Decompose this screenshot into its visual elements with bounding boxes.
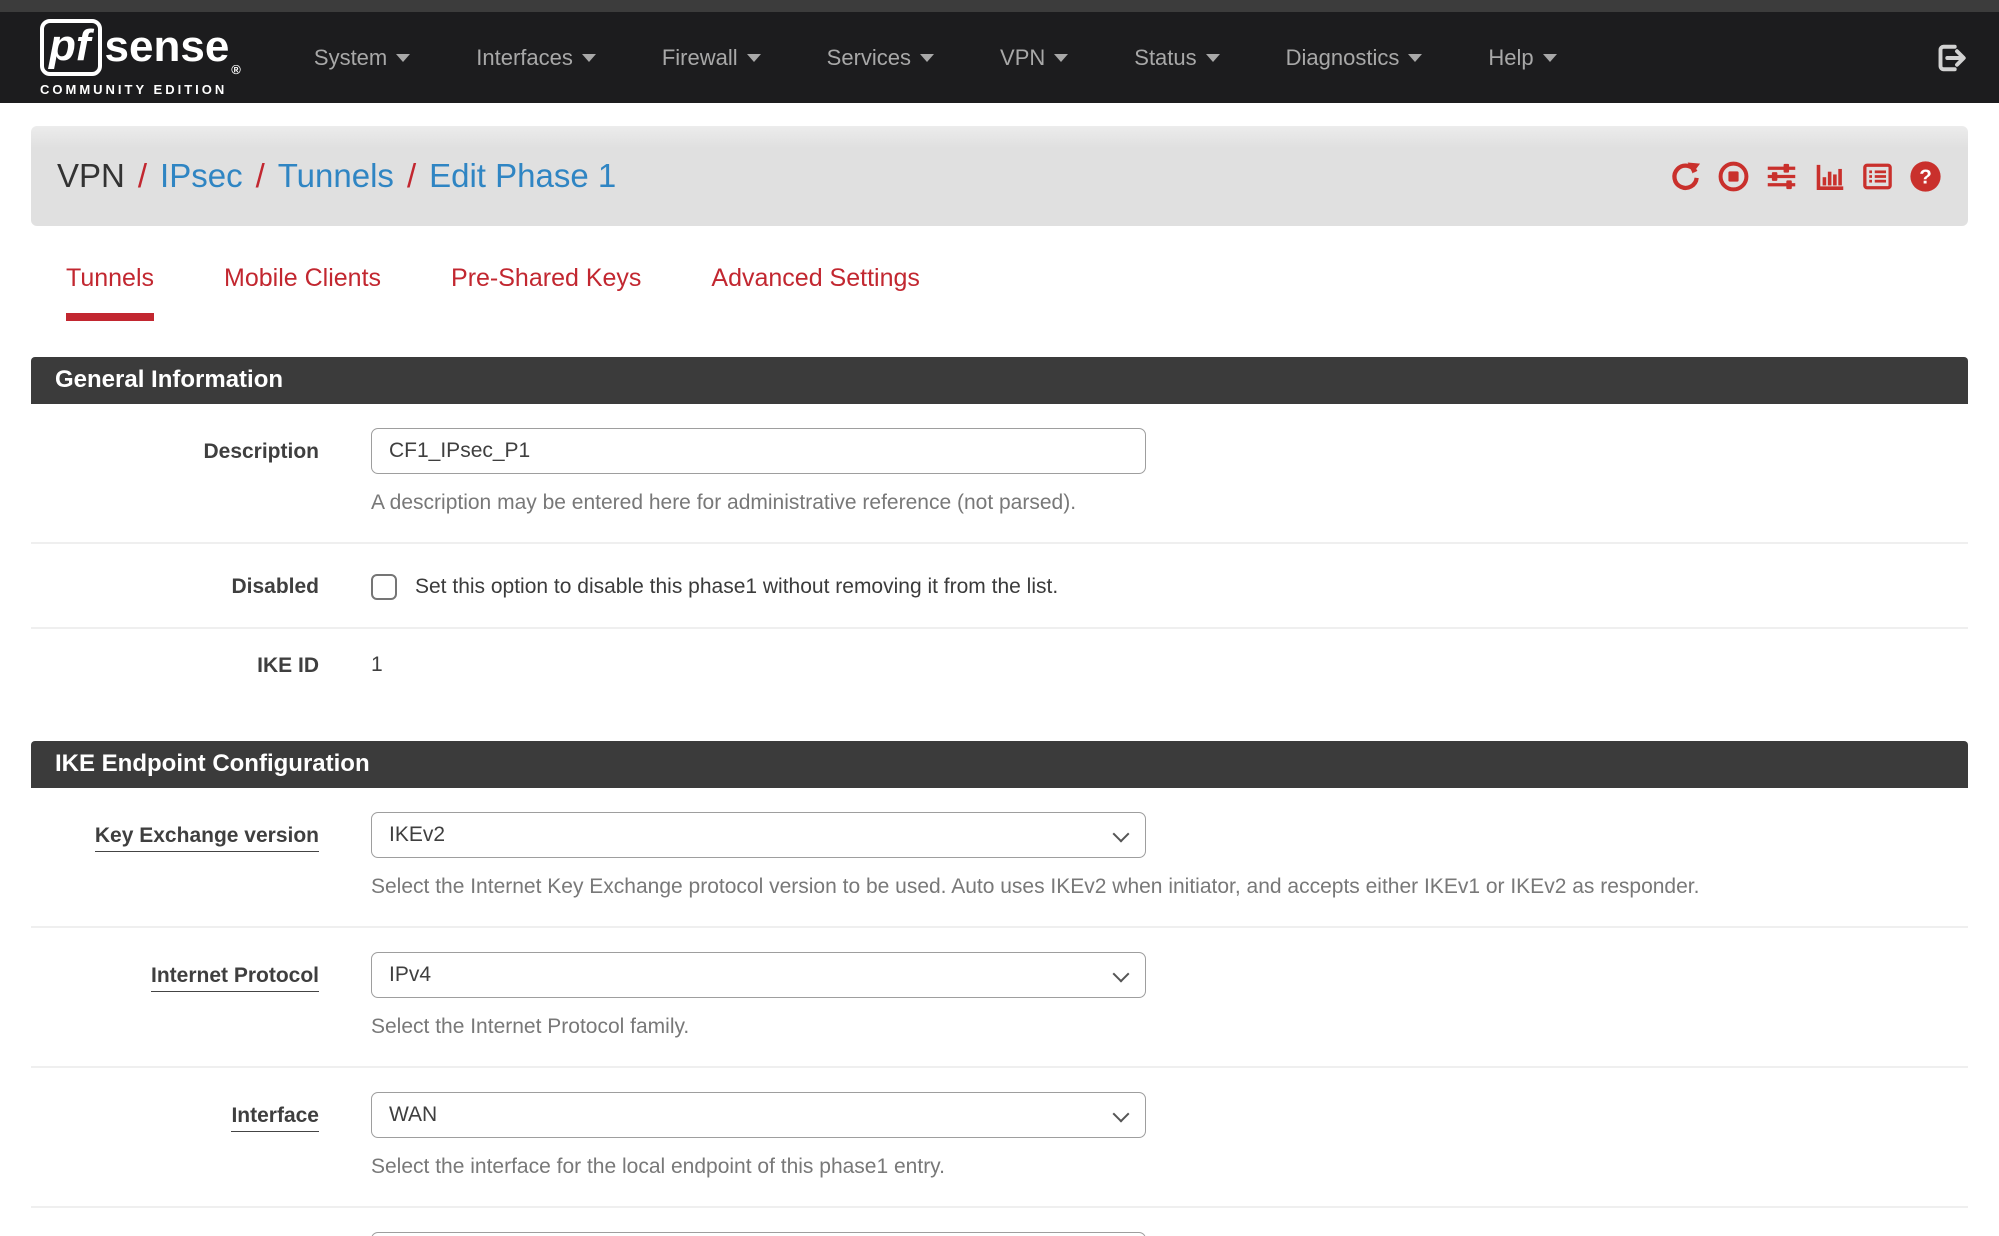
section-title: General Information [31, 357, 1968, 404]
internet-protocol-select[interactable]: IPv4 [371, 952, 1146, 998]
menu-interfaces[interactable]: Interfaces [443, 45, 629, 71]
sliders-icon[interactable] [1765, 160, 1798, 193]
tab-mobile-clients[interactable]: Mobile Clients [189, 264, 416, 321]
top-strip [0, 0, 1999, 12]
description-help: A description may be entered here for ad… [371, 491, 1968, 515]
chevron-down-icon [582, 54, 596, 62]
chevron-down-icon [1113, 966, 1130, 983]
status-log-icon[interactable] [1861, 160, 1894, 193]
internet-protocol-help: Select the Internet Protocol family. [371, 1015, 1968, 1039]
top-navbar: pfsense® COMMUNITY EDITION System Interf… [0, 12, 1999, 103]
chevron-down-icon [1054, 54, 1068, 62]
help-icon[interactable]: ? [1909, 160, 1942, 193]
main-menu: System Interfaces Firewall Services VPN … [281, 45, 1590, 71]
internet-protocol-label: Internet Protocol [151, 964, 319, 992]
row-disabled: Disabled Set this option to disable this… [31, 542, 1968, 627]
panel-general-information: General Information Description A descri… [31, 357, 1968, 705]
description-label: Description [31, 428, 319, 464]
menu-system[interactable]: System [281, 45, 443, 71]
remote-gateway-input[interactable] [371, 1232, 1146, 1236]
row-description: Description A description may be entered… [31, 404, 1968, 542]
breadcrumb-ipsec-link[interactable]: IPsec [160, 157, 243, 195]
key-exchange-version-select[interactable]: IKEv2 [371, 812, 1146, 858]
menu-services[interactable]: Services [794, 45, 967, 71]
row-internet-protocol: Internet Protocol IPv4 Select the Intern… [31, 926, 1968, 1066]
breadcrumb: VPN / IPsec / Tunnels / Edit Phase 1 [57, 157, 616, 195]
chevron-down-icon [1543, 54, 1557, 62]
interface-select[interactable]: WAN [371, 1092, 1146, 1138]
panel-ike-endpoint-configuration: IKE Endpoint Configuration Key Exchange … [31, 741, 1968, 1236]
chevron-down-icon [747, 54, 761, 62]
key-exchange-version-help: Select the Internet Key Exchange protoco… [371, 875, 1968, 899]
page-tabs: Tunnels Mobile Clients Pre-Shared Keys A… [31, 264, 1968, 321]
menu-firewall[interactable]: Firewall [629, 45, 794, 71]
refresh-icon[interactable] [1669, 160, 1702, 193]
registered-mark: ® [231, 63, 241, 76]
description-input[interactable] [371, 428, 1146, 474]
ike-id-label: IKE ID [31, 653, 319, 678]
breadcrumb-tunnels-link[interactable]: Tunnels [278, 157, 394, 195]
chevron-down-icon [920, 54, 934, 62]
menu-diagnostics[interactable]: Diagnostics [1253, 45, 1456, 71]
ike-id-value: 1 [371, 653, 1968, 677]
page-action-icons: ? [1669, 160, 1942, 193]
disabled-checkbox[interactable] [371, 574, 397, 600]
breadcrumb-separator: / [138, 157, 147, 195]
tab-advanced-settings[interactable]: Advanced Settings [676, 264, 954, 321]
menu-status[interactable]: Status [1101, 45, 1252, 71]
interface-label: Interface [231, 1104, 319, 1132]
chevron-down-icon [1206, 54, 1220, 62]
pfsense-logo[interactable]: pfsense® COMMUNITY EDITION [40, 19, 241, 97]
breadcrumb-separator: / [256, 157, 265, 195]
row-interface: Interface WAN Select the interface for t… [31, 1066, 1968, 1206]
breadcrumb-separator: / [407, 157, 416, 195]
sign-out-icon[interactable] [1933, 40, 1969, 76]
chevron-down-icon [1113, 1106, 1130, 1123]
breadcrumb-bar: VPN / IPsec / Tunnels / Edit Phase 1 ? [31, 126, 1968, 226]
disabled-label: Disabled [31, 568, 319, 599]
menu-vpn[interactable]: VPN [967, 45, 1101, 71]
row-ike-id: IKE ID 1 [31, 627, 1968, 705]
tab-tunnels[interactable]: Tunnels [31, 264, 189, 321]
logo-pf-mark: pf [40, 19, 102, 76]
interface-help: Select the interface for the local endpo… [371, 1155, 1968, 1179]
logo-sense-text: sense [105, 25, 230, 69]
disabled-checkbox-label[interactable]: Set this option to disable this phase1 w… [415, 575, 1058, 599]
breadcrumb-edit-phase1-link[interactable]: Edit Phase 1 [429, 157, 616, 195]
breadcrumb-vpn: VPN [57, 157, 125, 195]
row-remote-gateway: Remote Gateway Enter the public IP addre… [31, 1206, 1968, 1236]
svg-text:?: ? [1919, 165, 1932, 188]
bar-chart-icon[interactable] [1813, 160, 1846, 193]
chevron-down-icon [1113, 826, 1130, 843]
tab-pre-shared-keys[interactable]: Pre-Shared Keys [416, 264, 676, 321]
row-key-exchange-version: Key Exchange version IKEv2 Select the In… [31, 788, 1968, 926]
menu-help[interactable]: Help [1455, 45, 1589, 71]
chevron-down-icon [1408, 54, 1422, 62]
section-title: IKE Endpoint Configuration [31, 741, 1968, 788]
logo-tagline: COMMUNITY EDITION [40, 82, 241, 97]
stop-icon[interactable] [1717, 160, 1750, 193]
key-exchange-version-label: Key Exchange version [95, 824, 319, 852]
chevron-down-icon [396, 54, 410, 62]
